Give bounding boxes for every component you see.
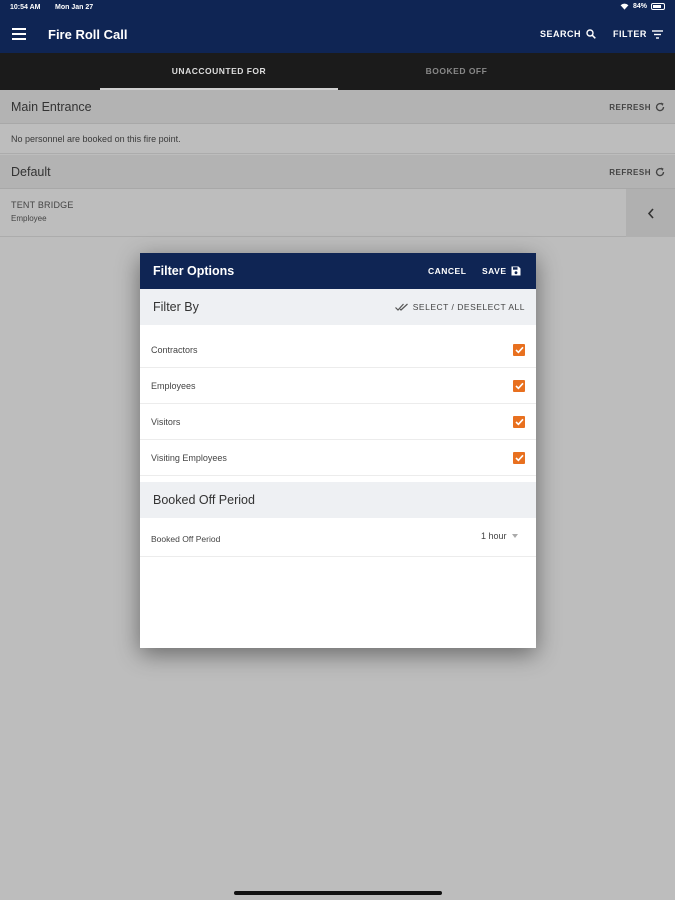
- tab-booked-off[interactable]: BOOKED OFF: [338, 53, 575, 90]
- home-indicator[interactable]: [234, 891, 442, 895]
- menu-icon[interactable]: [12, 28, 26, 40]
- status-date: Mon Jan 27: [55, 4, 94, 11]
- booked-off-period-header: Booked Off Period: [140, 482, 536, 518]
- booked-off-period-select[interactable]: 1 hour: [481, 531, 518, 541]
- check-icon: [514, 454, 524, 462]
- filter-option-contractors[interactable]: Contractors: [140, 332, 536, 368]
- expand-button[interactable]: [626, 189, 675, 237]
- filter-icon: [651, 29, 663, 39]
- contractors-checkbox[interactable]: [513, 344, 525, 356]
- search-button[interactable]: SEARCH: [540, 29, 596, 39]
- filter-label: FILTER: [613, 29, 647, 39]
- save-label: SAVE: [482, 266, 507, 276]
- empty-message: No personnel are booked on this fire poi…: [11, 134, 181, 144]
- status-time: 10:54 AM: [10, 4, 41, 11]
- dialog-header: Filter Options CANCEL SAVE: [140, 253, 536, 289]
- empty-message-row: No personnel are booked on this fire poi…: [0, 124, 675, 154]
- search-icon: [586, 29, 596, 39]
- dialog-title: Filter Options: [153, 264, 235, 278]
- filter-option-label: Employees: [151, 381, 196, 391]
- employees-checkbox[interactable]: [513, 380, 525, 392]
- save-button[interactable]: SAVE: [482, 266, 521, 276]
- filter-by-title: Filter By: [153, 300, 199, 314]
- booked-off-label: Booked Off Period: [151, 534, 221, 544]
- cancel-button[interactable]: CANCEL: [428, 266, 466, 276]
- fire-point-name: Main Entrance: [11, 100, 92, 114]
- booked-off-value: 1 hour: [481, 531, 507, 541]
- refresh-label: REFRESH: [609, 102, 651, 112]
- refresh-button[interactable]: REFRESH: [609, 167, 665, 177]
- battery-percent: 84%: [632, 3, 647, 10]
- select-deselect-all-button[interactable]: SELECT / DESELECT ALL: [394, 302, 525, 312]
- filter-option-visiting-employees[interactable]: Visiting Employees: [140, 440, 536, 476]
- filter-option-label: Contractors: [151, 345, 198, 355]
- filter-button[interactable]: FILTER: [613, 29, 663, 39]
- filter-option-visitors[interactable]: Visitors: [140, 404, 536, 440]
- save-icon: [511, 266, 521, 276]
- app-bar: Fire Roll Call SEARCH FILTER: [0, 16, 675, 53]
- status-indicators: 84%: [620, 3, 665, 10]
- filter-options-dialog: Filter Options CANCEL SAVE Filter By SEL…: [140, 253, 536, 648]
- list-item[interactable]: TENT BRIDGE Employee: [0, 189, 675, 237]
- check-icon: [514, 382, 524, 390]
- check-icon: [514, 418, 524, 426]
- fire-point-name: Default: [11, 165, 51, 179]
- refresh-label: REFRESH: [609, 167, 651, 177]
- filter-option-label: Visitors: [151, 417, 181, 427]
- fire-point-header-main-entrance: Main Entrance REFRESH: [0, 90, 675, 124]
- refresh-icon: [655, 102, 665, 112]
- check-icon: [514, 346, 524, 354]
- visiting-employees-checkbox[interactable]: [513, 452, 525, 464]
- chevron-left-icon: [647, 207, 654, 219]
- tab-bar: UNACCOUNTED FOR BOOKED OFF: [0, 53, 675, 90]
- search-label: SEARCH: [540, 29, 582, 39]
- person-role: Employee: [11, 214, 47, 223]
- select-all-label: SELECT / DESELECT ALL: [412, 302, 525, 312]
- page-title: Fire Roll Call: [48, 27, 128, 42]
- status-bar: 10:54 AM Mon Jan 27 84%: [0, 0, 675, 16]
- booked-off-period-row: Booked Off Period 1 hour: [140, 519, 536, 557]
- booked-off-title: Booked Off Period: [153, 493, 255, 507]
- visitors-checkbox[interactable]: [513, 416, 525, 428]
- refresh-icon: [655, 167, 665, 177]
- tab-unaccounted-for[interactable]: UNACCOUNTED FOR: [100, 53, 338, 90]
- filter-option-label: Visiting Employees: [151, 453, 227, 463]
- filter-option-employees[interactable]: Employees: [140, 368, 536, 404]
- fire-point-header-default: Default REFRESH: [0, 155, 675, 189]
- wifi-icon: [620, 3, 629, 10]
- dropdown-caret-icon: [511, 534, 518, 538]
- filter-by-header: Filter By SELECT / DESELECT ALL: [140, 289, 536, 325]
- person-name: TENT BRIDGE: [11, 200, 74, 210]
- refresh-button[interactable]: REFRESH: [609, 102, 665, 112]
- double-check-icon: [394, 303, 408, 311]
- cancel-label: CANCEL: [428, 266, 467, 276]
- battery-icon: [651, 3, 665, 10]
